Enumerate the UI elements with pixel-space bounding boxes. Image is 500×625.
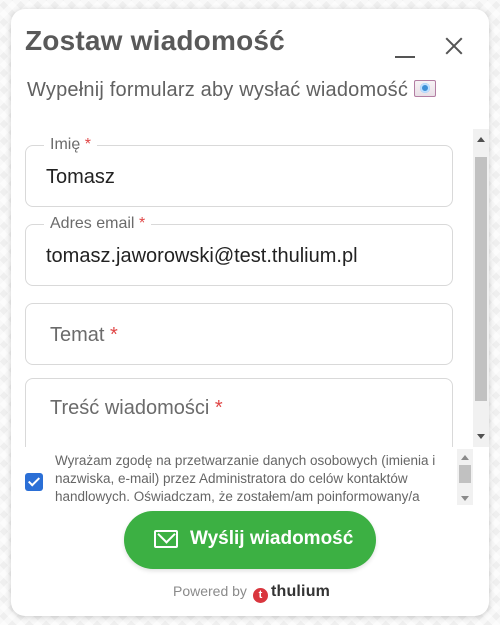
consent-scrollbar[interactable]	[457, 449, 473, 505]
consent-section: Wyrażam zgodę na przetwarzanie danych os…	[25, 449, 475, 505]
email-value[interactable]: tomasz.jaworowski@test.thulium.pl	[46, 245, 358, 268]
scroll-down-icon[interactable]	[461, 496, 469, 501]
scroll-thumb[interactable]	[459, 465, 471, 483]
name-field[interactable]: Imię * Tomasz	[25, 136, 453, 207]
widget-title: Zostaw wiadomość	[25, 25, 285, 56]
form-area: Imię * Tomasz Adres email * tomasz.jawor…	[11, 129, 489, 447]
scroll-thumb[interactable]	[475, 157, 487, 401]
contact-widget: Zostaw wiadomość Wypełnij formularz aby …	[11, 9, 489, 616]
message-placeholder: Treść wiadomości *	[50, 397, 223, 420]
name-value[interactable]: Tomasz	[46, 166, 115, 189]
thulium-logo-icon: t	[252, 588, 268, 603]
subtitle-text: Wypełnij formularz aby wysłać wiadomość	[27, 79, 409, 101]
brand-name: thulium	[270, 583, 331, 600]
required-mark: *	[110, 324, 118, 346]
send-button-label: Wyślij wiadomość	[190, 528, 354, 549]
email-label-text: Adres email	[50, 215, 135, 232]
required-mark: *	[84, 136, 91, 153]
mail-icon	[154, 530, 178, 548]
minimize-icon[interactable]	[393, 35, 419, 61]
envelope-icon	[414, 80, 437, 97]
email-field[interactable]: Adres email * tomasz.jaworowski@test.thu…	[25, 215, 453, 286]
consent-text: Wyrażam zgodę na przetwarzanie danych os…	[55, 453, 436, 504]
widget-subtitle: Wypełnij formularz aby wysłać wiadomość	[27, 79, 437, 102]
scroll-up-icon[interactable]	[477, 137, 485, 142]
close-icon[interactable]	[443, 35, 465, 57]
send-message-button[interactable]: Wyślij wiadomość	[124, 511, 376, 569]
required-mark: *	[214, 397, 223, 419]
name-label: Imię *	[44, 136, 97, 154]
consent-checkbox[interactable]	[25, 473, 43, 491]
email-label: Adres email *	[44, 215, 152, 233]
name-label-text: Imię	[50, 136, 81, 153]
scroll-down-icon[interactable]	[477, 434, 485, 439]
message-field[interactable]: Treść wiadomości *	[25, 378, 453, 447]
powered-by-text: Powered by	[173, 583, 247, 599]
message-placeholder-text: Treść wiadomości	[50, 397, 210, 419]
subject-field[interactable]: Temat *	[25, 303, 453, 365]
subject-placeholder: Temat *	[50, 324, 118, 347]
subject-placeholder-text: Temat	[50, 324, 105, 346]
scroll-up-icon[interactable]	[461, 455, 469, 460]
form-scrollbar[interactable]	[473, 129, 489, 447]
required-mark: *	[138, 215, 146, 232]
powered-by[interactable]: Powered by t thulium	[173, 583, 330, 605]
